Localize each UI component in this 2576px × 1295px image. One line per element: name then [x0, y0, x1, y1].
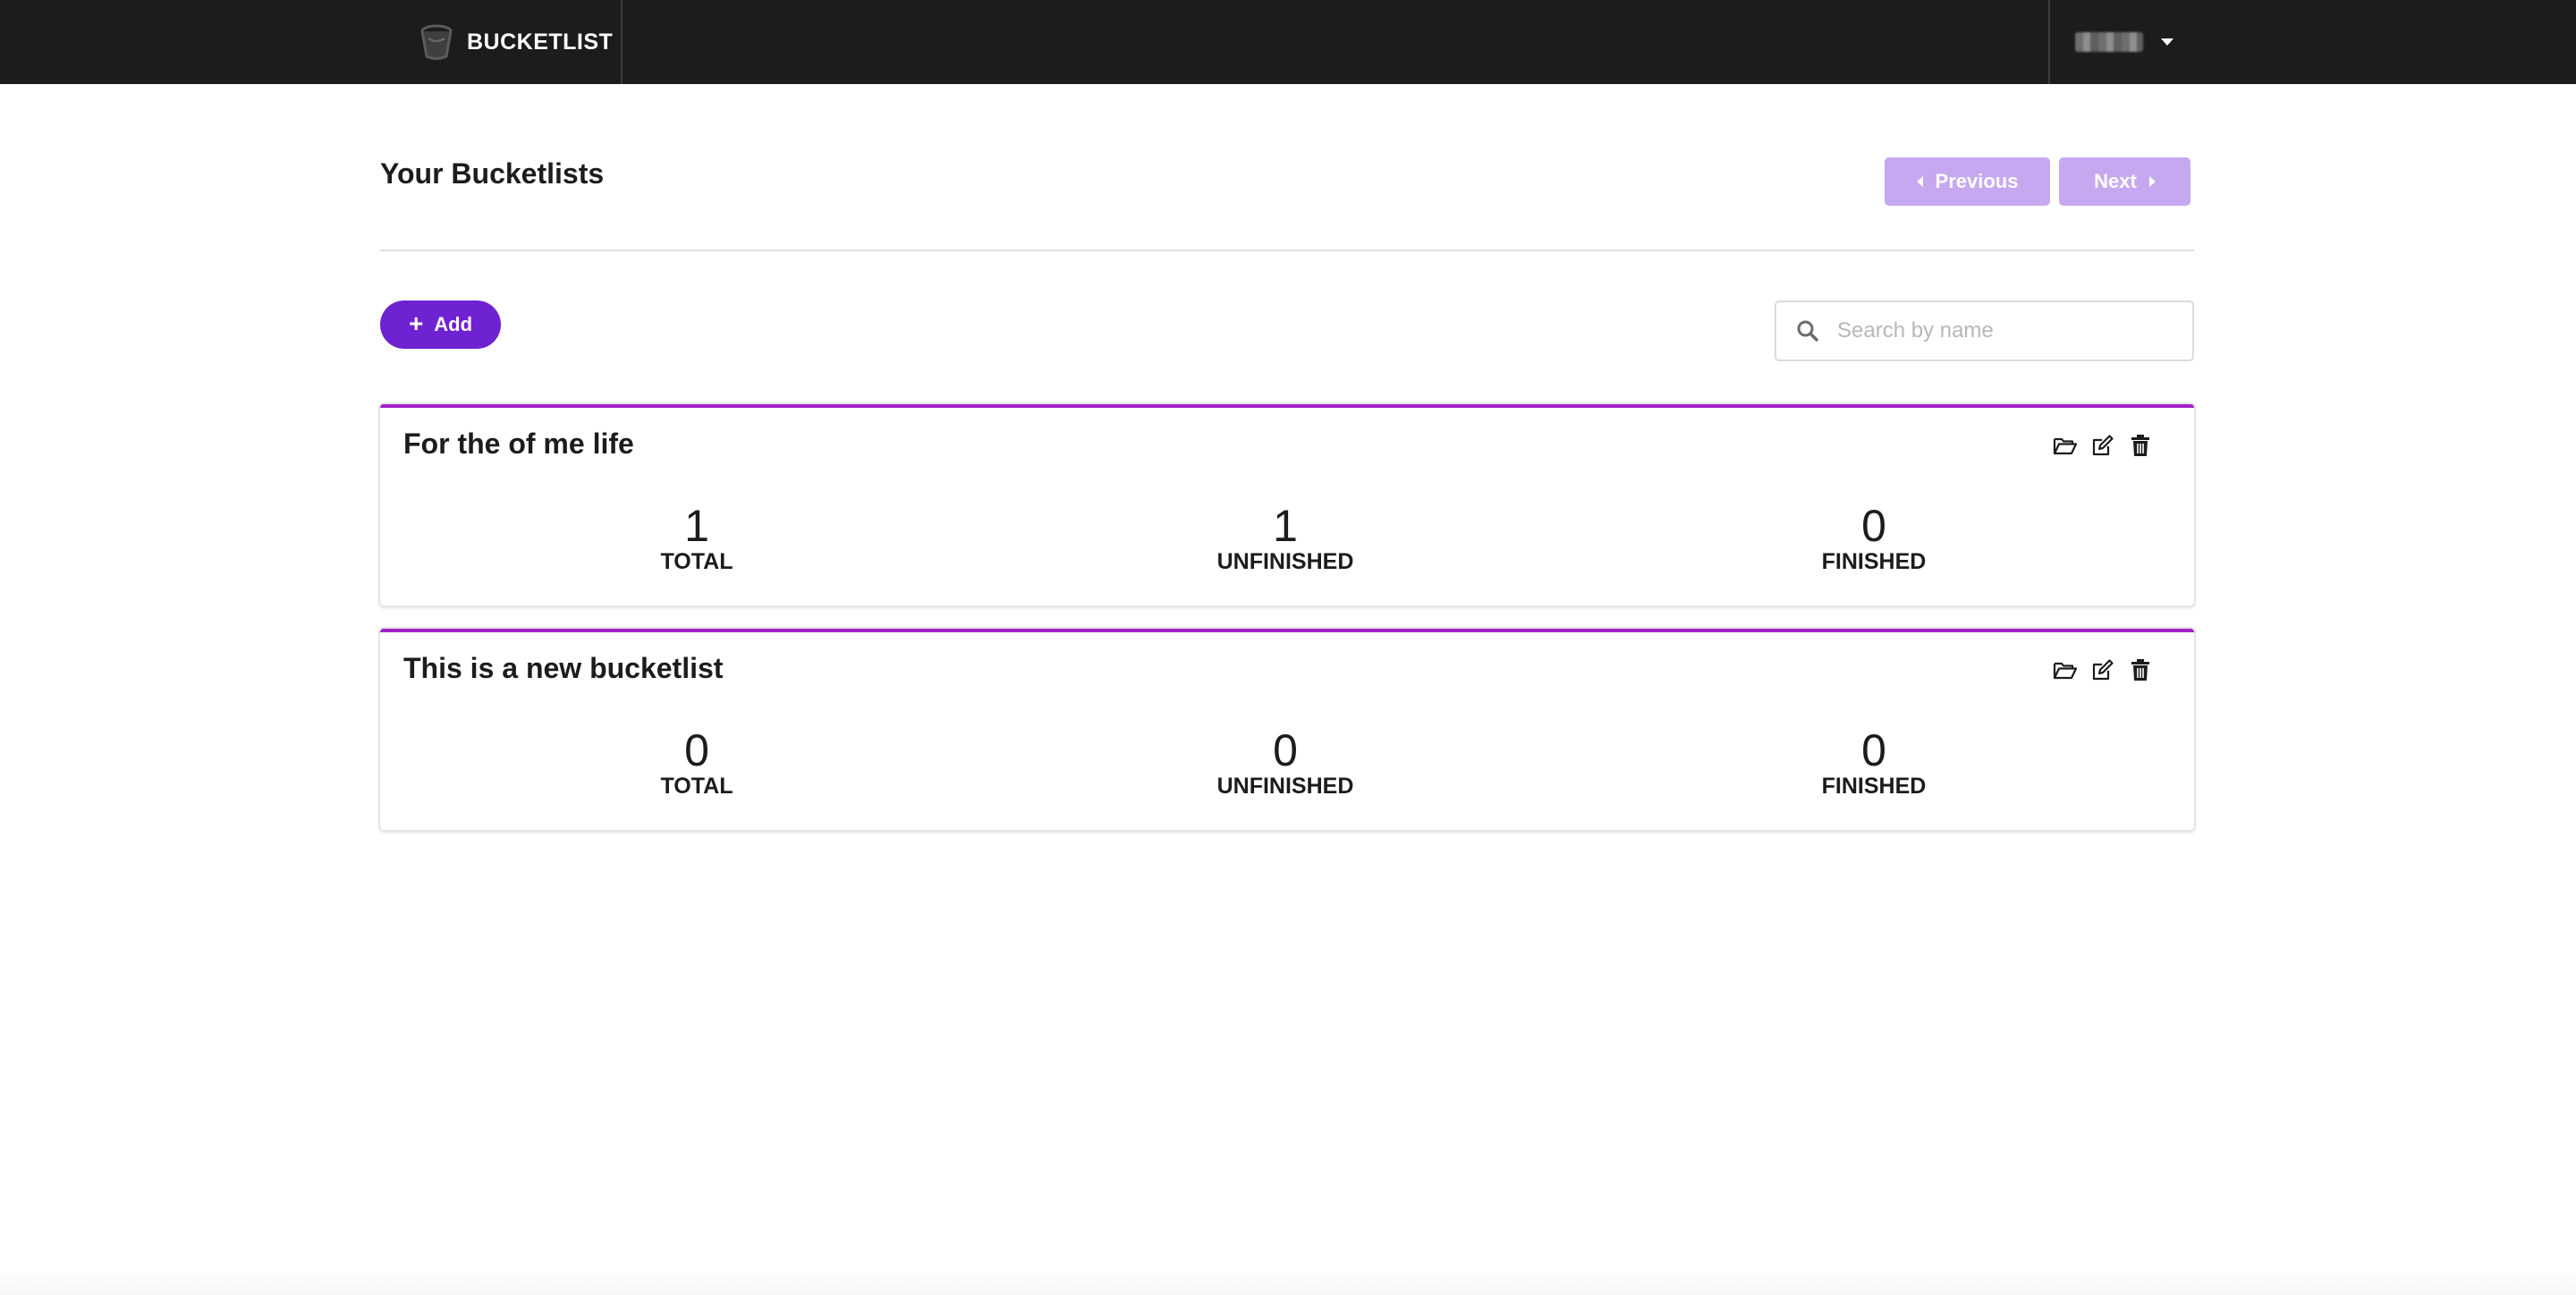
plus-icon: + — [408, 309, 424, 337]
stat-value: 0 — [1273, 725, 1298, 775]
page-title: Your Bucketlists — [380, 157, 605, 190]
caret-left-icon — [1916, 176, 1923, 187]
header-divider — [380, 250, 2194, 251]
open-folder-icon[interactable] — [2053, 433, 2078, 458]
edit-icon[interactable] — [2090, 657, 2115, 682]
brand-home-link[interactable]: BUCKETLIST — [402, 0, 623, 84]
bucket-logo-icon — [417, 22, 456, 62]
add-label: Add — [434, 313, 473, 335]
bucketlist-title[interactable]: For the of me life — [403, 427, 634, 461]
stat-value: 0 — [1861, 501, 1886, 551]
next-label: Next — [2094, 170, 2137, 192]
previous-page-button[interactable]: Previous — [1885, 157, 2050, 206]
stat-finished: 0 FINISHED — [1775, 504, 1972, 575]
edit-icon[interactable] — [2090, 433, 2115, 458]
stat-label: FINISHED — [1821, 549, 1927, 574]
search-input[interactable] — [1837, 318, 2192, 343]
bucketlist-title[interactable]: This is a new bucketlist — [403, 652, 723, 685]
stat-label: TOTAL — [660, 774, 733, 799]
search-icon — [1796, 319, 1819, 343]
previous-label: Previous — [1935, 170, 2019, 192]
top-navbar: BUCKETLIST — [0, 0, 2576, 84]
stat-value: 0 — [1861, 725, 1886, 775]
trash-icon[interactable] — [2128, 433, 2153, 458]
stat-label: UNFINISHED — [1216, 549, 1354, 574]
add-bucketlist-button[interactable]: + Add — [380, 300, 501, 349]
stat-value: 1 — [1273, 501, 1298, 551]
stat-value: 1 — [684, 501, 709, 551]
trash-icon[interactable] — [2128, 657, 2153, 682]
stat-label: FINISHED — [1821, 774, 1927, 799]
bucketlist-card[interactable]: This is a new bucketlist 0 TOTAL 0 UNFIN… — [380, 629, 2194, 830]
bucketlist-card[interactable]: For the of me life 1 TOTAL 1 UNFINISHED … — [380, 404, 2194, 605]
card-actions — [2053, 433, 2153, 458]
open-folder-icon[interactable] — [2053, 657, 2078, 682]
user-menu-dropdown[interactable] — [2048, 0, 2182, 84]
stat-total: 1 TOTAL — [598, 504, 795, 575]
brand-name: BUCKETLIST — [467, 29, 614, 55]
stat-finished: 0 FINISHED — [1775, 725, 1972, 800]
caret-down-icon — [2161, 38, 2174, 46]
stat-value: 0 — [684, 725, 709, 775]
stat-total: 0 TOTAL — [598, 725, 795, 800]
stat-unfinished: 1 UNFINISHED — [1187, 504, 1384, 575]
card-actions — [2053, 657, 2153, 682]
next-page-button[interactable]: Next — [2059, 157, 2190, 206]
stat-label: UNFINISHED — [1216, 774, 1354, 799]
search-box[interactable] — [1775, 300, 2194, 361]
page-bottom-edge — [0, 1270, 2576, 1295]
username-redacted — [2075, 32, 2143, 52]
stat-unfinished: 0 UNFINISHED — [1187, 725, 1384, 800]
stat-label: TOTAL — [660, 549, 733, 574]
caret-right-icon — [2148, 176, 2156, 187]
